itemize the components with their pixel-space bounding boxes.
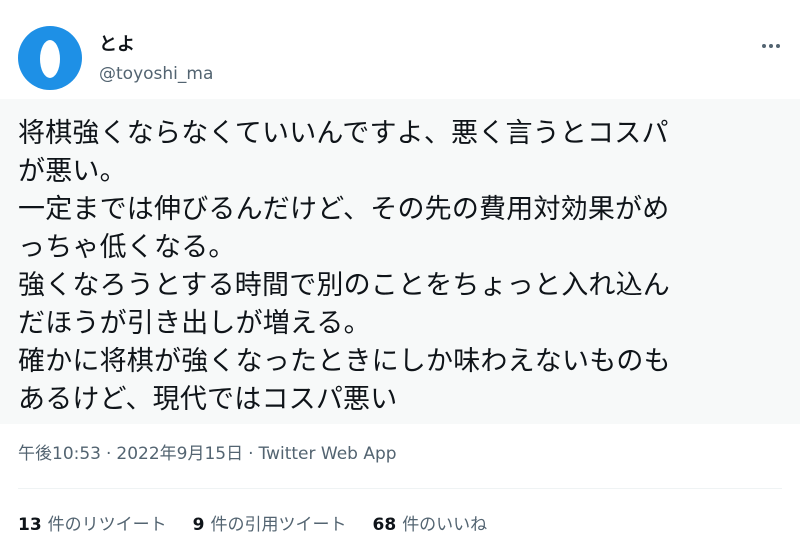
tweet-text: 将棋強くならなくていいんですよ、悪く言うとコスパ が悪い。 一定までは伸びるんだ… [18, 118, 671, 415]
retweets-stat[interactable]: 13 件のリツイート [18, 514, 167, 536]
tweet-date[interactable]: 2022年9月15日 [116, 444, 243, 464]
more-horizontal-icon-dot [776, 44, 780, 48]
avatar-logo [40, 40, 60, 78]
meta-separator: · [248, 444, 254, 464]
likes-count: 68 [372, 515, 397, 535]
avatar[interactable] [18, 26, 82, 90]
more-horizontal-icon-dot [769, 44, 773, 48]
quotes-count: 9 [192, 515, 205, 535]
tweet-card: とよ @toyoshi_ma 将棋強くならなくていいんですよ、悪く言うとコスパ … [0, 0, 800, 554]
author-handle[interactable]: @toyoshi_ma [99, 63, 213, 85]
more-options-button[interactable] [756, 34, 786, 58]
meta-separator: · [106, 444, 112, 464]
tweet-stats: 13 件のリツイート 9 件の引用ツイート 68 件のいいね [18, 514, 487, 536]
likes-stat[interactable]: 68 件のいいね [373, 514, 488, 536]
retweets-count: 13 [18, 515, 42, 535]
quotes-label: 件の引用ツイート [210, 515, 347, 535]
tweet-meta: 午後10:53 · 2022年9月15日 · Twitter Web App [18, 443, 397, 465]
quotes-stat[interactable]: 9 件の引用ツイート [193, 514, 347, 536]
divider [18, 488, 782, 489]
tweet-source[interactable]: Twitter Web App [259, 444, 397, 464]
likes-label: 件のいいね [402, 515, 488, 535]
tweet-time[interactable]: 午後10:53 [18, 444, 101, 464]
author-display-name[interactable]: とよ [99, 33, 135, 57]
more-horizontal-icon [762, 44, 766, 48]
retweets-label: 件のリツイート [47, 515, 167, 535]
